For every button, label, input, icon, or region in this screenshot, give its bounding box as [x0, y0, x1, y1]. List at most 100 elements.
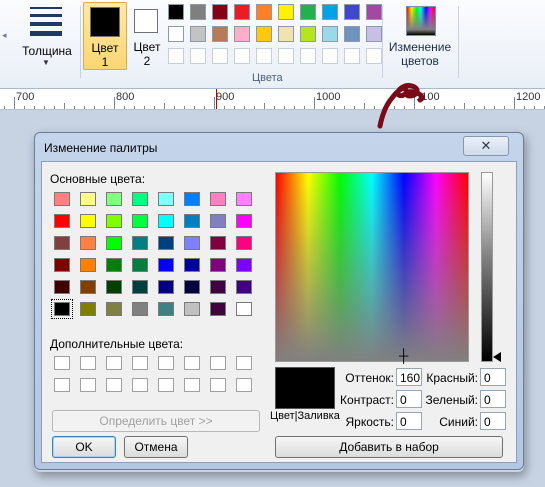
palette-swatch[interactable] [256, 26, 272, 42]
ok-button[interactable]: OK [52, 436, 116, 458]
basic-color-swatch[interactable] [210, 214, 226, 228]
basic-color-swatch[interactable] [184, 236, 200, 250]
custom-color-swatch[interactable] [80, 356, 96, 370]
luminance-arrow-icon[interactable] [493, 352, 501, 362]
basic-color-swatch[interactable] [158, 192, 174, 206]
custom-color-swatch[interactable] [132, 356, 148, 370]
palette-swatch[interactable] [344, 48, 360, 64]
close-icon[interactable]: ✕ [463, 136, 509, 156]
basic-color-swatch[interactable] [158, 236, 174, 250]
palette-swatch[interactable] [234, 48, 250, 64]
basic-color-swatch[interactable] [132, 302, 148, 316]
palette-swatch[interactable] [322, 26, 338, 42]
basic-color-swatch[interactable] [210, 280, 226, 294]
palette-swatch[interactable] [190, 26, 206, 42]
green-field[interactable]: 0 [480, 390, 506, 408]
basic-color-swatch[interactable] [210, 192, 226, 206]
basic-color-swatch[interactable] [80, 236, 96, 250]
basic-color-swatch[interactable] [184, 192, 200, 206]
basic-color-swatch[interactable] [236, 192, 252, 206]
basic-color-swatch[interactable] [210, 302, 226, 316]
custom-color-swatch[interactable] [236, 356, 252, 370]
basic-color-swatch[interactable] [80, 302, 96, 316]
thickness-button[interactable]: Толщина ▼ [18, 4, 76, 68]
basic-color-swatch[interactable] [184, 302, 200, 316]
palette-swatch[interactable] [212, 4, 228, 20]
palette-swatch[interactable] [168, 26, 184, 42]
custom-color-swatch[interactable] [158, 378, 174, 392]
basic-color-swatch[interactable] [184, 214, 200, 228]
basic-color-swatch[interactable] [236, 280, 252, 294]
color-spectrum[interactable] [275, 172, 469, 362]
basic-color-swatch[interactable] [54, 236, 70, 250]
palette-swatch[interactable] [212, 48, 228, 64]
basic-color-swatch[interactable] [106, 302, 122, 316]
basic-color-swatch[interactable] [158, 302, 174, 316]
basic-color-swatch[interactable] [54, 280, 70, 294]
palette-swatch[interactable] [300, 26, 316, 42]
custom-color-swatch[interactable] [184, 356, 200, 370]
palette-swatch[interactable] [168, 4, 184, 20]
saturation-field[interactable]: 0 [396, 390, 422, 408]
basic-color-swatch[interactable] [80, 214, 96, 228]
basic-color-swatch[interactable] [236, 302, 252, 316]
hue-field[interactable]: 160 [396, 368, 422, 386]
basic-color-swatch[interactable] [106, 258, 122, 272]
palette-swatch[interactable] [366, 26, 382, 42]
palette-swatch[interactable] [212, 26, 228, 42]
custom-color-swatch[interactable] [80, 378, 96, 392]
basic-color-swatch[interactable] [54, 258, 70, 272]
basic-color-swatch[interactable] [106, 280, 122, 294]
color2-button[interactable]: Цвет 2 [128, 2, 166, 68]
custom-color-swatch[interactable] [210, 356, 226, 370]
palette-swatch[interactable] [278, 48, 294, 64]
ribbon-scroll-left-icon[interactable]: ◂ [2, 30, 7, 41]
palette-swatch[interactable] [168, 48, 184, 64]
luminance-slider[interactable] [481, 172, 493, 362]
cancel-button[interactable]: Отмена [124, 436, 188, 458]
basic-color-swatch[interactable] [132, 280, 148, 294]
basic-color-swatch[interactable] [106, 192, 122, 206]
basic-color-swatch[interactable] [158, 280, 174, 294]
basic-color-swatch[interactable] [106, 214, 122, 228]
basic-color-swatch[interactable] [132, 214, 148, 228]
palette-swatch[interactable] [190, 48, 206, 64]
basic-color-swatch[interactable] [54, 214, 70, 228]
palette-swatch[interactable] [344, 4, 360, 20]
basic-color-swatch[interactable] [184, 280, 200, 294]
palette-swatch[interactable] [234, 26, 250, 42]
basic-color-swatch[interactable] [132, 236, 148, 250]
palette-swatch[interactable] [322, 4, 338, 20]
basic-color-swatch[interactable] [132, 192, 148, 206]
palette-swatch[interactable] [322, 48, 338, 64]
palette-swatch[interactable] [234, 4, 250, 20]
color1-button[interactable]: Цвет 1 [83, 2, 127, 70]
basic-color-swatch[interactable] [158, 258, 174, 272]
basic-color-swatch[interactable] [80, 192, 96, 206]
basic-color-swatch[interactable] [54, 192, 70, 206]
custom-color-swatch[interactable] [210, 378, 226, 392]
custom-color-swatch[interactable] [106, 356, 122, 370]
red-field[interactable]: 0 [480, 368, 506, 386]
luminance-field[interactable]: 0 [396, 412, 422, 430]
custom-color-swatch[interactable] [54, 378, 70, 392]
basic-color-swatch[interactable] [106, 236, 122, 250]
custom-color-swatch[interactable] [158, 356, 174, 370]
basic-color-swatch[interactable] [51, 299, 73, 319]
palette-swatch[interactable] [300, 48, 316, 64]
crosshair-icon[interactable]: ┼ [399, 348, 408, 363]
custom-color-swatch[interactable] [184, 378, 200, 392]
basic-color-swatch[interactable] [236, 258, 252, 272]
palette-swatch[interactable] [300, 4, 316, 20]
palette-swatch[interactable] [190, 4, 206, 20]
basic-color-swatch[interactable] [80, 258, 96, 272]
basic-color-swatch[interactable] [210, 258, 226, 272]
add-to-custom-colors-button[interactable]: Добавить в набор [275, 436, 503, 458]
palette-swatch[interactable] [256, 48, 272, 64]
palette-swatch[interactable] [344, 26, 360, 42]
basic-color-swatch[interactable] [80, 280, 96, 294]
basic-color-swatch[interactable] [132, 258, 148, 272]
palette-swatch[interactable] [366, 4, 382, 20]
basic-color-swatch[interactable] [158, 214, 174, 228]
basic-color-swatch[interactable] [210, 236, 226, 250]
